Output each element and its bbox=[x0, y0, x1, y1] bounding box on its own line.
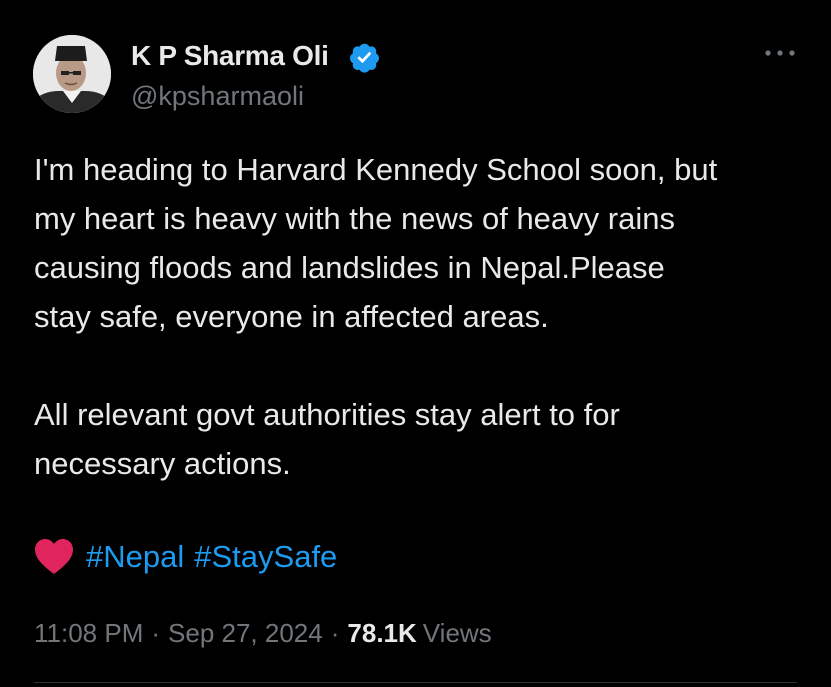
author-display-name[interactable]: K P Sharma Oli bbox=[131, 40, 329, 72]
tweet-text-line: I'm heading to Harvard Kennedy School so… bbox=[34, 152, 718, 187]
tweet-text-line: necessary actions. bbox=[34, 446, 291, 481]
tweet-text-line: my heart is heavy with the news of heavy… bbox=[34, 201, 675, 236]
hashtag-link[interactable]: #Nepal bbox=[86, 539, 184, 575]
tweet-text-line: causing floods and landslides in Nepal.P… bbox=[34, 250, 665, 285]
author-handle[interactable]: @kpsharmaoli bbox=[131, 81, 304, 112]
tweet-text: I'm heading to Harvard Kennedy School so… bbox=[34, 145, 814, 488]
views-count[interactable]: 78.1K bbox=[347, 618, 416, 649]
tweet-time[interactable]: 11:08 PM bbox=[34, 618, 143, 649]
hashtag-line: #Nepal #StaySafe bbox=[34, 532, 347, 581]
verified-badge-icon[interactable] bbox=[348, 41, 381, 74]
tweet-meta: 11:08 PM · Sep 27, 2024 · 78.1K Views bbox=[34, 613, 492, 653]
more-options-icon[interactable] bbox=[763, 46, 797, 60]
tweet-text-line: stay safe, everyone in affected areas. bbox=[34, 299, 549, 334]
tweet-text-line: All relevant govt authorities stay alert… bbox=[34, 397, 620, 432]
profile-photo bbox=[33, 35, 111, 113]
heart-emoji-icon bbox=[35, 538, 73, 574]
hashtag-link[interactable]: #StaySafe bbox=[194, 539, 337, 575]
tweet: K P Sharma Oli @kpsharmaoli I'm heading … bbox=[0, 0, 831, 687]
meta-separator: · bbox=[330, 617, 340, 648]
tweet-date[interactable]: Sep 27, 2024 bbox=[168, 618, 323, 649]
views-label: Views bbox=[422, 617, 492, 648]
meta-separator: · bbox=[151, 617, 161, 648]
avatar[interactable] bbox=[33, 35, 111, 113]
divider bbox=[34, 682, 797, 683]
